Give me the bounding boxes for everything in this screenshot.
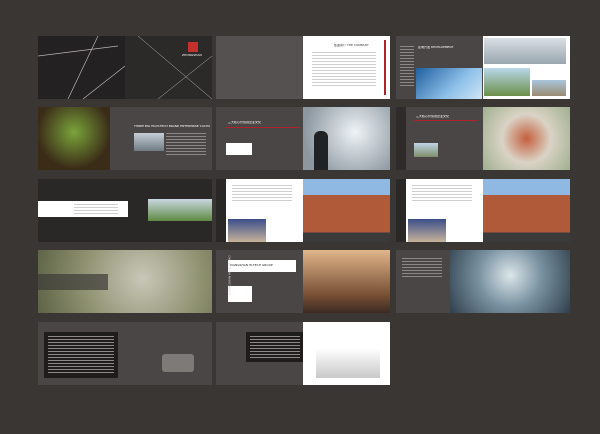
dev-left-text <box>400 46 414 86</box>
tank-illustration <box>162 354 194 372</box>
spread-campus: 三大核心价值观企业文化 <box>396 107 570 170</box>
spread-masterplan <box>38 250 212 313</box>
building-a-side <box>216 179 226 242</box>
intro-red-bar <box>384 40 386 95</box>
brochure-grid: ZHONGSHAN 集团简介 THE COMPANY 区域开发 DEVELOPM… <box>0 0 600 434</box>
group-title: XIANGSHAN HI-TECH GROUP <box>230 264 273 267</box>
spread-culture: THREE BIG HIGH-TECH BRAND ENTERPRISE CUL… <box>38 107 212 170</box>
spread-development: 区域开发 DEVELOPMENT <box>396 36 570 99</box>
spread-banner <box>38 179 212 242</box>
intro-body-text <box>312 52 376 88</box>
culture-body-text <box>166 133 206 155</box>
building-a-photo-street <box>228 219 266 242</box>
culture-photo-roots <box>38 107 110 170</box>
spread-compass <box>396 250 570 313</box>
values-person <box>314 131 328 170</box>
group-vertical-text: ZHONGSHAN HI-TECH GROUP <box>228 256 232 296</box>
building-b-photo-facade <box>483 179 570 242</box>
dev-photo-small <box>532 80 566 96</box>
banner-text <box>74 204 118 214</box>
masterplan-overlay <box>38 274 108 290</box>
culture-title: THREE BIG HIGH-TECH BRAND ENTERPRISE CUL… <box>134 125 210 128</box>
culture-photo-small <box>134 133 164 151</box>
campus-side-bar <box>396 107 406 170</box>
group-photo-statue <box>303 250 390 313</box>
spread-tank <box>38 322 212 385</box>
values-title: 三大核心价值观企业文化 <box>228 121 262 124</box>
jet-body-text <box>250 336 300 358</box>
values-red-line <box>226 127 300 128</box>
tank-body-text <box>48 336 114 374</box>
cover-logo-icon <box>188 42 198 52</box>
campus-photo-small <box>414 143 438 157</box>
spread-building-b <box>396 179 570 242</box>
compass-photo <box>450 250 570 313</box>
dev-photo-glass <box>416 68 482 99</box>
compass-text <box>402 258 442 278</box>
group-text-box <box>228 286 252 302</box>
cover-grid-lines <box>38 36 212 99</box>
building-b-text <box>412 185 472 203</box>
building-a-photo-facade <box>303 179 390 242</box>
campus-title: 三大核心价值观企业文化 <box>416 115 450 118</box>
spread-group: XIANGSHAN HI-TECH GROUP ZHONGSHAN HI-TEC… <box>216 250 390 313</box>
intro-title: 集团简介 THE COMPANY <box>334 44 369 47</box>
dev-photo-building <box>484 68 530 96</box>
cover-logo-text: ZHONGSHAN <box>182 54 202 57</box>
jet-photo-chess <box>316 348 380 378</box>
building-b-side <box>396 179 406 242</box>
dev-photo-skyline <box>484 38 566 64</box>
banner-photo-park <box>148 199 212 221</box>
dev-title: 区域开发 DEVELOPMENT <box>418 46 454 49</box>
values-text-box <box>226 143 252 155</box>
campus-red-line <box>414 120 478 121</box>
spread-building-a <box>216 179 390 242</box>
spread-cover: ZHONGSHAN <box>38 36 212 99</box>
spread-jet <box>216 322 390 385</box>
building-b-photo-street <box>408 219 446 242</box>
spread-values: 三大核心价值观企业文化 <box>216 107 390 170</box>
campus-photo-aerial <box>483 107 570 170</box>
spread-company-intro: 集团简介 THE COMPANY <box>216 36 390 99</box>
building-a-text <box>232 185 292 203</box>
